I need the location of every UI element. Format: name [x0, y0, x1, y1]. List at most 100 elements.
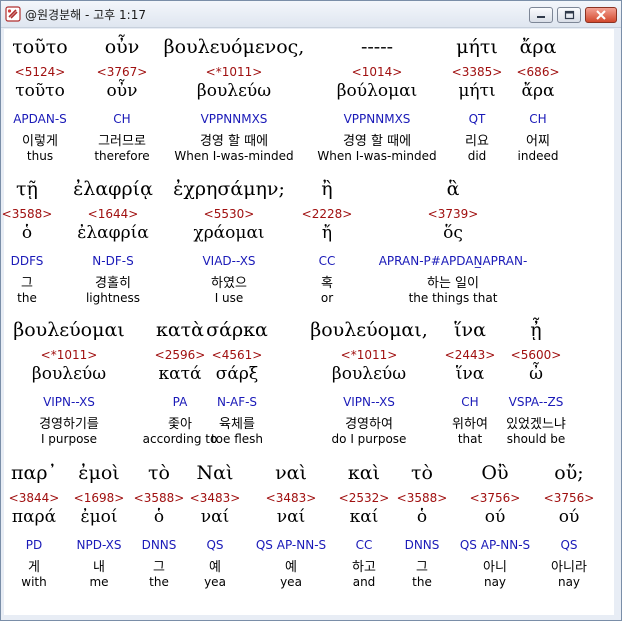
maximize-button[interactable]	[557, 7, 581, 23]
interlinear-view[interactable]: τοῦτο <5124> τοῦτο APDAN-S 이렇게 thus οὖν <3767> ο…	[2, 29, 614, 615]
morph-code: QS AP-NN-S	[459, 538, 531, 552]
english-gloss: the	[149, 575, 169, 589]
lemma: τοῦτο	[15, 81, 65, 101]
strong-number[interactable]: <3756>	[470, 491, 521, 505]
korean-gloss: 어찌	[526, 134, 550, 149]
korean-gloss: 경영하기를	[39, 417, 99, 432]
strong-number[interactable]: <1014>	[352, 65, 403, 79]
lemma: παρά	[11, 507, 57, 527]
strong-number[interactable]: <2443>	[445, 348, 496, 362]
strong-number[interactable]: <3588>	[134, 491, 185, 505]
english-gloss: the	[17, 291, 37, 305]
strong-number[interactable]: <3483>	[190, 491, 241, 505]
greek-word[interactable]: ἄρα	[520, 36, 557, 58]
english-gloss: nay	[557, 575, 581, 589]
title-bar[interactable]: @원경분해 - 고후 1:17	[1, 1, 621, 28]
strong-number[interactable]: <*1011>	[41, 348, 98, 362]
strong-number[interactable]: <1644>	[88, 207, 139, 221]
greek-word[interactable]: ἢ	[321, 178, 332, 200]
strong-number[interactable]: <3844>	[9, 491, 60, 505]
strong-number[interactable]: <3767>	[97, 65, 148, 79]
lemma: ὦ	[529, 364, 543, 384]
greek-word[interactable]: -----	[361, 36, 393, 58]
english-gloss: thus	[26, 149, 54, 163]
lemma: ού	[558, 507, 580, 527]
korean-gloss: 예	[209, 560, 221, 575]
greek-word[interactable]: βουλεύομαι,	[310, 319, 428, 341]
greek-word[interactable]: σάρκα	[206, 319, 268, 341]
lemma: ὅς	[443, 223, 463, 243]
korean-gloss: 경영하여	[345, 417, 393, 432]
greek-word[interactable]: μήτι	[456, 36, 498, 58]
morph-code: DDFS	[10, 254, 44, 268]
greek-word[interactable]: ᾖ	[530, 319, 541, 341]
korean-gloss: 그	[416, 560, 428, 575]
strong-number[interactable]: <*1011>	[206, 65, 263, 79]
greek-word[interactable]: ἃ	[447, 178, 460, 200]
lemma: ἐμοί	[80, 507, 118, 527]
greek-word[interactable]: ἐλαφρίᾳ	[73, 178, 153, 200]
greek-word[interactable]: τοῦτο	[12, 36, 67, 58]
greek-word[interactable]: ἐχρησάμην;	[173, 178, 285, 200]
strong-number[interactable]: <5600>	[511, 348, 562, 362]
english-gloss: When I-was-minded	[174, 149, 294, 163]
morph-code: N-DF-S	[92, 254, 134, 268]
greek-word[interactable]: ναὶ	[275, 462, 307, 484]
korean-gloss: 경홀히	[95, 276, 131, 291]
strong-number[interactable]: <3483>	[266, 491, 317, 505]
strong-number[interactable]: <3756>	[544, 491, 595, 505]
english-gloss: toe flesh	[210, 432, 264, 446]
morph-code: CH	[529, 112, 547, 126]
app-icon	[5, 6, 21, 22]
greek-word[interactable]: οὔ;	[554, 462, 583, 484]
strong-number[interactable]: <2532>	[339, 491, 390, 505]
strong-number[interactable]: <1698>	[74, 491, 125, 505]
morph-code: VPPNNMXS	[200, 112, 268, 126]
morph-code: NPD-XS	[76, 538, 122, 552]
greek-word[interactable]: τὸ	[148, 462, 170, 484]
strong-number[interactable]: <5530>	[204, 207, 255, 221]
greek-word[interactable]: καὶ	[348, 462, 380, 484]
korean-gloss: 아니라	[551, 560, 587, 575]
strong-number[interactable]: <3588>	[397, 491, 448, 505]
greek-word[interactable]: οὖν	[105, 36, 140, 58]
strong-number[interactable]: <2596>	[155, 348, 206, 362]
greek-word[interactable]: τὸ	[411, 462, 433, 484]
english-gloss: yea	[204, 575, 226, 589]
morph-code: APDAN-S	[13, 112, 67, 126]
greek-word[interactable]: βουλευόμενος,	[164, 36, 305, 58]
strong-number[interactable]: <3385>	[452, 65, 503, 79]
greek-word[interactable]: κατὰ	[156, 319, 204, 341]
english-gloss: yea	[280, 575, 302, 589]
strong-number[interactable]: <4561>	[212, 348, 263, 362]
close-icon	[596, 10, 606, 20]
strong-number[interactable]: <5124>	[15, 65, 66, 79]
greek-word[interactable]: τῇ	[16, 178, 38, 200]
english-gloss: lightness	[85, 291, 141, 305]
morph-code: QT	[468, 112, 486, 126]
greek-word[interactable]: ἵνα	[454, 319, 486, 341]
strong-number[interactable]: <3588>	[2, 207, 53, 221]
korean-gloss: 하였으	[211, 276, 247, 291]
close-button[interactable]	[585, 7, 617, 23]
strong-number[interactable]: <3739>	[428, 207, 479, 221]
greek-word[interactable]: παρ᾽	[11, 462, 57, 484]
english-gloss: or	[320, 291, 334, 305]
strong-number[interactable]: <2228>	[302, 207, 353, 221]
app-window: @원경분해 - 고후 1:17 τοῦτο <5124> τοῦτο APDAN-S 이…	[0, 0, 622, 621]
english-gloss: indeed	[517, 149, 559, 163]
greek-word[interactable]: Ναὶ	[197, 462, 234, 484]
lemma: ἤ	[321, 223, 333, 243]
minimize-icon	[537, 16, 545, 18]
morph-code: PD	[25, 538, 43, 552]
english-gloss: therefore	[94, 149, 150, 163]
greek-word[interactable]: ἐμοὶ	[78, 462, 119, 484]
strong-number[interactable]: <*1011>	[341, 348, 398, 362]
korean-gloss: 내	[93, 560, 105, 575]
greek-word[interactable]: βουλεύομαι	[13, 319, 124, 341]
minimize-button[interactable]	[529, 7, 553, 23]
greek-word[interactable]: Οὒ	[481, 462, 508, 484]
korean-gloss: 하는 일이	[427, 276, 479, 291]
strong-number[interactable]: <686>	[516, 65, 559, 79]
lemma: βουλεύω	[331, 364, 407, 384]
